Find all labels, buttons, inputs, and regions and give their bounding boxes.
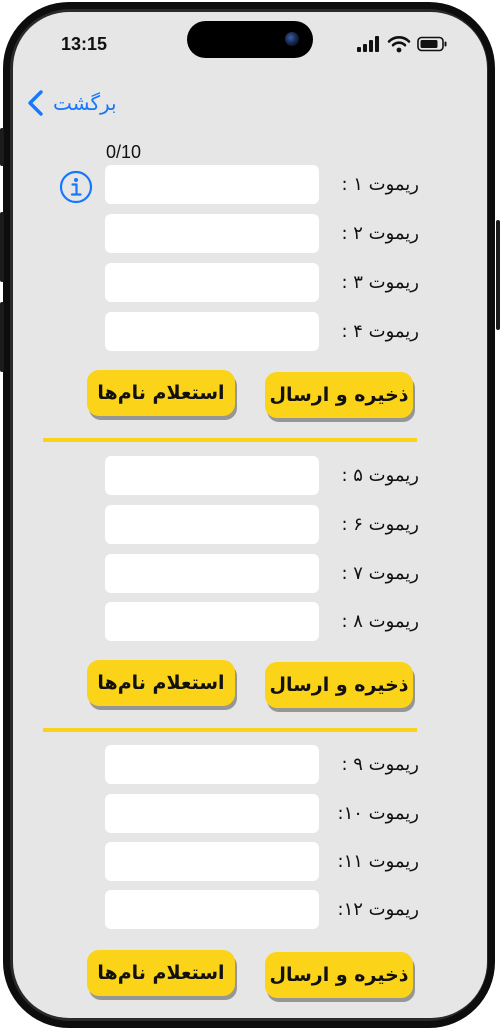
camera-icon [285,32,299,46]
status-bar: 13:15 [13,12,487,78]
save-send-button-3[interactable]: ذخیره و ارسال [265,952,413,998]
status-icons [357,35,447,53]
back-button[interactable]: برگشت [25,88,117,118]
query-names-button-3[interactable]: استعلام نام‌ها [87,950,235,996]
remote-8-label: ریموت ۸ : [341,611,419,632]
remote-6-input[interactable] [105,505,319,544]
battery-icon [417,36,447,52]
remote-3-input[interactable] [105,263,319,302]
remote-row-9: ریموت ۹ : [13,745,487,786]
remote-11-input[interactable] [105,842,319,881]
remote-row-1: ریموت ۱ : [13,165,487,206]
remote-1-input[interactable] [105,165,319,204]
section-divider-2 [43,728,417,732]
remote-row-11: ریموت ۱۱: [13,842,487,883]
back-label: برگشت [53,91,117,115]
power-button [496,220,500,330]
save-send-button-1[interactable]: ذخیره و ارسال [265,372,413,418]
volume-down-button [0,302,4,372]
remote-12-input[interactable] [105,890,319,929]
remote-9-input[interactable] [105,745,319,784]
remote-row-5: ریموت ۵ : [13,456,487,497]
remote-7-input[interactable] [105,554,319,593]
remote-2-input[interactable] [105,214,319,253]
query-names-button-2[interactable]: استعلام نام‌ها [87,660,235,706]
remote-10-label: ریموت ۱۰: [337,803,420,824]
remote-5-input[interactable] [105,456,319,495]
remote-row-10: ریموت ۱۰: [13,794,487,835]
volume-up-button [0,212,4,282]
save-send-button-2[interactable]: ذخیره و ارسال [265,662,413,708]
remote-3-label: ریموت ۳ : [341,272,419,293]
remote-row-2: ریموت ۲ : [13,214,487,255]
remote-10-input[interactable] [105,794,319,833]
remote-7-label: ریموت ۷ : [341,563,419,584]
remote-row-8: ریموت ۸ : [13,602,487,643]
remote-11-label: ریموت ۱۱: [337,851,420,872]
remote-8-input[interactable] [105,602,319,641]
remote-9-label: ریموت ۹ : [341,754,419,775]
action-button [0,128,4,166]
status-time: 13:15 [61,34,108,54]
remote-6-label: ریموت ۶ : [341,514,419,535]
query-names-button-1[interactable]: استعلام نام‌ها [87,370,235,416]
remote-row-12: ریموت ۱۲: [13,890,487,931]
remote-12-label: ریموت ۱۲: [337,899,420,920]
cellular-signal-icon [357,36,379,52]
wifi-icon [387,36,411,53]
remote-4-label: ریموت ۴ : [341,321,419,342]
remote-counter: 0/10 [106,142,142,162]
dynamic-island [187,21,313,58]
remote-row-4: ریموت ۴ : [13,312,487,353]
screen: 13:15 برگشت 0/10 ریموت ۱: ریموت ۲: ریم… [13,12,487,1018]
remote-4-input[interactable] [105,312,319,351]
remote-row-6: ریموت ۶ : [13,505,487,546]
remote-2-label: ریموت ۲ : [341,223,419,244]
remote-5-label: ریموت ۵ : [341,465,419,486]
section-divider-1 [43,438,417,442]
remote-row-7: ریموت ۷ : [13,554,487,595]
remote-row-3: ریموت ۳ : [13,263,487,304]
remote-1-label: ریموت ۱ : [341,174,419,195]
chevron-left-icon [28,90,43,116]
